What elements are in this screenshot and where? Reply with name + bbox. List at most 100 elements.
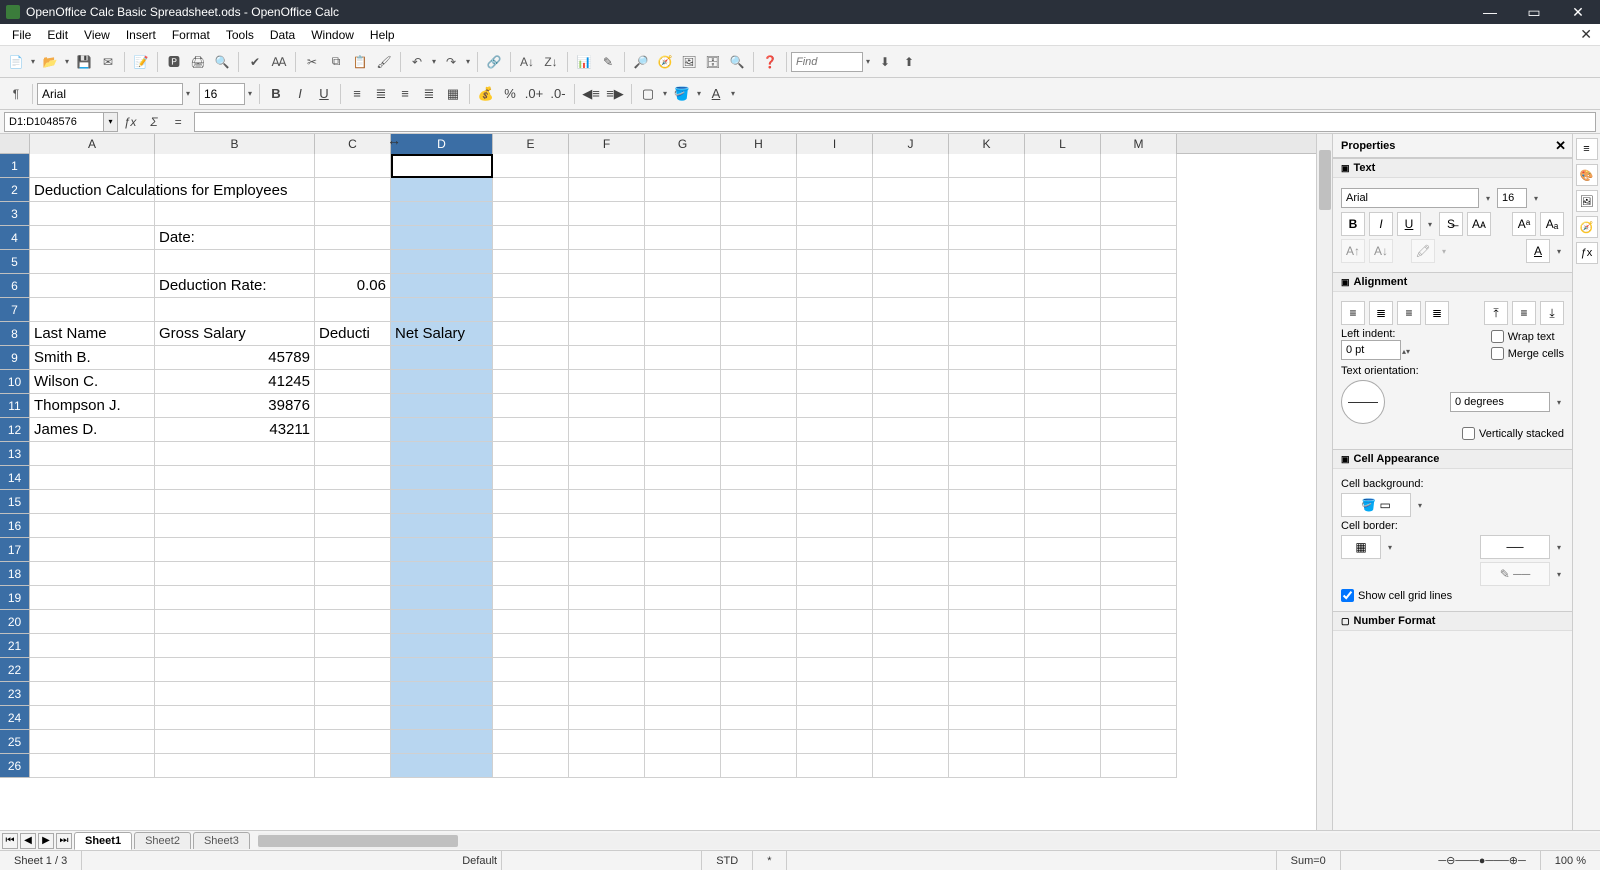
find-input[interactable]	[791, 52, 863, 72]
cell-B6[interactable]: Deduction Rate:	[155, 274, 315, 298]
bgcolor-dropdown[interactable]: ▾	[694, 83, 704, 105]
cell-A21[interactable]	[30, 634, 155, 658]
cell-A13[interactable]	[30, 442, 155, 466]
cell-bg-dropdown[interactable]: ▾	[1415, 494, 1425, 516]
cell-B17[interactable]	[155, 538, 315, 562]
cell-C4[interactable]	[315, 226, 391, 250]
cell-reference-input[interactable]	[4, 112, 104, 132]
cell-F4[interactable]	[569, 226, 645, 250]
cell-E4[interactable]	[493, 226, 569, 250]
cell-H12[interactable]	[721, 418, 797, 442]
cell-A15[interactable]	[30, 490, 155, 514]
cell-H17[interactable]	[721, 538, 797, 562]
export-pdf-icon[interactable]: 🅿	[163, 51, 185, 73]
redo-icon[interactable]: ↷	[440, 51, 462, 73]
cell-F6[interactable]	[569, 274, 645, 298]
cell-H7[interactable]	[721, 298, 797, 322]
cell-G2[interactable]	[645, 178, 721, 202]
align-right-button[interactable]: ≡	[394, 83, 416, 105]
left-indent-input[interactable]	[1341, 340, 1401, 360]
border-linestyle-picker[interactable]: ──	[1480, 535, 1550, 559]
cell-D22[interactable]	[391, 658, 493, 682]
align-left-button[interactable]: ≡	[346, 83, 368, 105]
side-underline-dropdown[interactable]: ▾	[1425, 213, 1435, 235]
cell-I3[interactable]	[797, 202, 873, 226]
cell-E17[interactable]	[493, 538, 569, 562]
save-icon[interactable]: 💾	[73, 51, 95, 73]
row-header-26[interactable]: 26	[0, 754, 30, 778]
col-header-D[interactable]: D	[391, 134, 493, 154]
cell-J23[interactable]	[873, 682, 949, 706]
cell-J25[interactable]	[873, 730, 949, 754]
border-color-picker[interactable]: ✎ ──	[1480, 562, 1550, 586]
cell-G5[interactable]	[645, 250, 721, 274]
cell-I19[interactable]	[797, 586, 873, 610]
paste-icon[interactable]: 📋	[349, 51, 371, 73]
cell-M17[interactable]	[1101, 538, 1177, 562]
orientation-dropdown[interactable]: ▾	[1554, 391, 1564, 413]
cell-I18[interactable]	[797, 562, 873, 586]
cell-H5[interactable]	[721, 250, 797, 274]
remove-decimal-button[interactable]: .0-	[547, 83, 569, 105]
merge-cells-button[interactable]: ▦	[442, 83, 464, 105]
col-header-I[interactable]: I	[797, 134, 873, 154]
row-header-10[interactable]: 10	[0, 370, 30, 394]
cell-L13[interactable]	[1025, 442, 1101, 466]
cell-E11[interactable]	[493, 394, 569, 418]
cell-A10[interactable]: Wilson C.	[30, 370, 155, 394]
cell-L12[interactable]	[1025, 418, 1101, 442]
cell-D19[interactable]	[391, 586, 493, 610]
side-superscript-button[interactable]: Aᵃ	[1512, 212, 1536, 236]
new-icon[interactable]: 📄	[5, 51, 27, 73]
vertically-stacked-checkbox[interactable]: Vertically stacked	[1462, 427, 1564, 440]
cell-H18[interactable]	[721, 562, 797, 586]
cell-A19[interactable]	[30, 586, 155, 610]
row-header-14[interactable]: 14	[0, 466, 30, 490]
cell-C18[interactable]	[315, 562, 391, 586]
strip-properties-icon[interactable]: ≡	[1576, 138, 1598, 160]
cell-C6[interactable]: 0.06	[315, 274, 391, 298]
row-header-6[interactable]: 6	[0, 274, 30, 298]
cell-C9[interactable]	[315, 346, 391, 370]
col-header-H[interactable]: H	[721, 134, 797, 154]
row-header-19[interactable]: 19	[0, 586, 30, 610]
find-prev-icon[interactable]: ⬆	[898, 51, 920, 73]
cell-K5[interactable]	[949, 250, 1025, 274]
equals-button[interactable]: =	[168, 112, 188, 132]
orientation-input[interactable]	[1450, 392, 1550, 412]
help-icon[interactable]: ❓	[759, 51, 781, 73]
cell-B1[interactable]	[155, 154, 315, 178]
col-header-K[interactable]: K	[949, 134, 1025, 154]
cell-B8[interactable]: Gross Salary	[155, 322, 315, 346]
cell-A18[interactable]	[30, 562, 155, 586]
row-header-1[interactable]: 1	[0, 154, 30, 178]
cell-H21[interactable]	[721, 634, 797, 658]
cell-G21[interactable]	[645, 634, 721, 658]
cell-E8[interactable]	[493, 322, 569, 346]
add-decimal-button[interactable]: .0+	[523, 83, 545, 105]
cell-H3[interactable]	[721, 202, 797, 226]
zoom-icon[interactable]: 🔍	[726, 51, 748, 73]
row-header-12[interactable]: 12	[0, 418, 30, 442]
menu-help[interactable]: Help	[362, 26, 403, 44]
cell-H19[interactable]	[721, 586, 797, 610]
cell-F7[interactable]	[569, 298, 645, 322]
side-subscript-button[interactable]: Aₐ	[1540, 212, 1564, 236]
sheet-tab-2[interactable]: Sheet2	[134, 832, 191, 849]
col-header-B[interactable]: B	[155, 134, 315, 154]
cell-J6[interactable]	[873, 274, 949, 298]
cell-H6[interactable]	[721, 274, 797, 298]
cell-L16[interactable]	[1025, 514, 1101, 538]
cell-B11[interactable]: 39876	[155, 394, 315, 418]
cell-B16[interactable]	[155, 514, 315, 538]
cell-D25[interactable]	[391, 730, 493, 754]
side-font-size[interactable]	[1497, 188, 1527, 208]
align-justify-button[interactable]: ≣	[418, 83, 440, 105]
cell-F17[interactable]	[569, 538, 645, 562]
side-align-left[interactable]: ≡	[1341, 301, 1365, 325]
cell-C24[interactable]	[315, 706, 391, 730]
cell-F9[interactable]	[569, 346, 645, 370]
sidebar-close-button[interactable]: ✕	[1555, 138, 1566, 154]
row-header-21[interactable]: 21	[0, 634, 30, 658]
cell-H22[interactable]	[721, 658, 797, 682]
